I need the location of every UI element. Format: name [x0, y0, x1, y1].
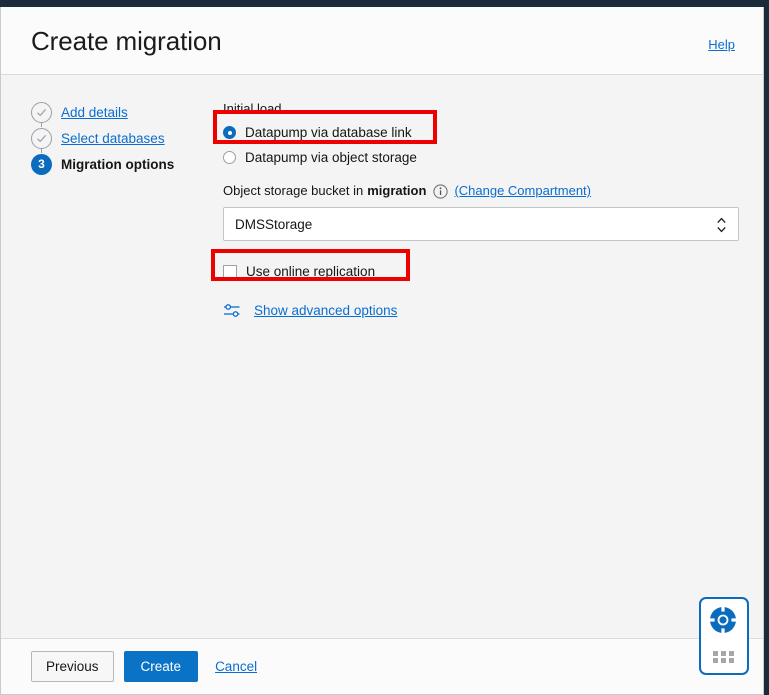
radio-label: Datapump via object storage	[245, 150, 417, 165]
bucket-select[interactable]: DMSStorage	[223, 207, 739, 241]
check-circle-icon	[31, 101, 52, 123]
change-compartment-link[interactable]: (Change Compartment)	[454, 183, 591, 198]
top-navigation-bar	[0, 0, 769, 7]
wizard-steps: Add details Select databases 3 Migration…	[31, 99, 201, 177]
wizard-step-migration-options: 3 Migration options	[31, 151, 201, 177]
create-migration-window: Create migration Help Add details Select…	[0, 0, 769, 695]
step-number-badge: 3	[31, 153, 52, 175]
chevron-up-down-icon[interactable]	[716, 215, 727, 240]
wizard-step-add-details[interactable]: Add details	[31, 99, 201, 127]
help-widget[interactable]	[699, 597, 749, 675]
bucket-select-value: DMSStorage	[235, 216, 313, 232]
checkbox-row-use-online-replication[interactable]: Use online replication	[223, 259, 375, 284]
right-edge-strip	[764, 0, 769, 695]
help-link[interactable]: Help	[708, 37, 735, 52]
radio-button-unselected[interactable]	[223, 151, 236, 164]
dialog-footer: Previous Create Cancel	[1, 638, 763, 694]
migration-dialog: Create migration Help Add details Select…	[0, 7, 764, 695]
radio-button-selected[interactable]	[223, 126, 236, 139]
grid-dots-icon[interactable]	[713, 651, 735, 663]
radio-option-datapump-object-storage[interactable]: Datapump via object storage	[223, 145, 417, 170]
show-advanced-options[interactable]: Show advanced options	[223, 301, 397, 320]
cancel-link[interactable]: Cancel	[215, 659, 257, 674]
check-circle-icon	[31, 127, 52, 149]
sliders-icon	[223, 301, 242, 320]
wizard-step-label: Migration options	[61, 156, 175, 172]
radio-option-datapump-database-link[interactable]: Datapump via database link	[223, 120, 417, 145]
object-storage-bucket-field: Object storage bucket in migration (Chan…	[223, 183, 741, 241]
page-title: Create migration	[31, 26, 222, 56]
checkbox-unchecked[interactable]	[223, 264, 237, 279]
checkbox-label: Use online replication	[246, 264, 376, 279]
dialog-body: Add details Select databases 3 Migration…	[1, 75, 763, 638]
create-button[interactable]: Create	[123, 651, 199, 682]
radio-label: Datapump via database link	[245, 125, 412, 140]
wizard-step-label[interactable]: Add details	[61, 105, 128, 120]
bucket-caption: Object storage bucket in migration (Chan…	[223, 183, 741, 199]
info-icon[interactable]	[433, 184, 449, 199]
previous-button[interactable]: Previous	[31, 651, 114, 682]
initial-load-radio-group: Datapump via database link Datapump via …	[223, 120, 417, 170]
bucket-caption-prefix: Object storage bucket in	[223, 183, 364, 198]
wizard-step-label[interactable]: Select databases	[61, 131, 165, 146]
wizard-step-select-databases[interactable]: Select databases	[31, 125, 201, 153]
initial-load-label: Initial load	[223, 101, 282, 116]
show-advanced-options-label[interactable]: Show advanced options	[254, 303, 397, 318]
dialog-header: Create migration Help	[1, 7, 763, 75]
footer-actions: Previous Create Cancel	[31, 651, 257, 682]
online-replication-field: Use online replication	[223, 259, 375, 284]
lifebuoy-icon[interactable]	[708, 605, 738, 640]
bucket-compartment-name: migration	[367, 183, 427, 198]
